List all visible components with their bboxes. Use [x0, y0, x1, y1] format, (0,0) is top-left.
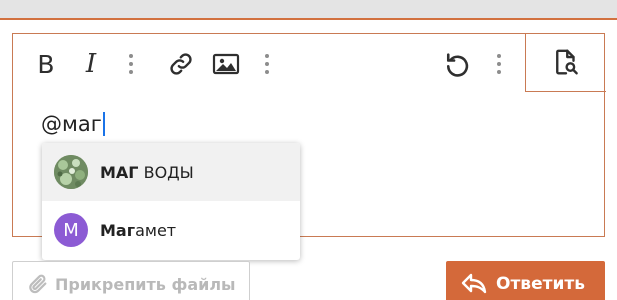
- italic-button[interactable]: I: [79, 48, 103, 80]
- link-button[interactable]: [166, 48, 196, 80]
- editor-toolbar: B I: [13, 33, 606, 94]
- more-icon: [265, 54, 269, 58]
- image-icon: [212, 53, 240, 75]
- mention-option[interactable]: M Магамет: [42, 201, 300, 259]
- italic-icon: I: [85, 49, 97, 79]
- mention-option-label: Магамет: [100, 220, 177, 240]
- more-icon: [129, 54, 133, 58]
- attach-files-button[interactable]: Прикрепить файлы: [12, 261, 250, 300]
- avatar-photo-icon: [54, 155, 88, 189]
- top-strip: [0, 0, 617, 20]
- more-icon: [497, 54, 501, 58]
- mention-option[interactable]: МАГ ВОДЫ: [42, 143, 300, 201]
- editor-input-value: @маг: [41, 112, 102, 136]
- bold-button[interactable]: B: [33, 48, 59, 80]
- preview-icon: [556, 49, 578, 75]
- mention-option-label: МАГ ВОДЫ: [100, 162, 194, 182]
- undo-icon: [446, 53, 469, 77]
- text-caret: [102, 112, 105, 136]
- reply-label: Ответить: [496, 274, 585, 294]
- mention-dropdown: МАГ ВОДЫ M Магамет: [42, 143, 300, 260]
- bold-icon: B: [37, 49, 55, 79]
- preview-button[interactable]: [525, 33, 606, 92]
- avatar: M: [54, 213, 88, 247]
- link-icon: [170, 53, 192, 75]
- reply-button[interactable]: Ответить: [446, 261, 605, 300]
- reply-arrow-icon: [461, 273, 487, 294]
- image-button[interactable]: [211, 48, 241, 80]
- paperclip-icon: [29, 274, 47, 294]
- more-format-button[interactable]: [127, 48, 135, 80]
- more-options-button[interactable]: [495, 48, 503, 80]
- editor-text[interactable]: @маг: [41, 110, 105, 138]
- more-insert-button[interactable]: [263, 48, 271, 80]
- undo-button[interactable]: [441, 48, 473, 80]
- attach-files-label: Прикрепить файлы: [55, 274, 236, 294]
- avatar: [54, 155, 88, 189]
